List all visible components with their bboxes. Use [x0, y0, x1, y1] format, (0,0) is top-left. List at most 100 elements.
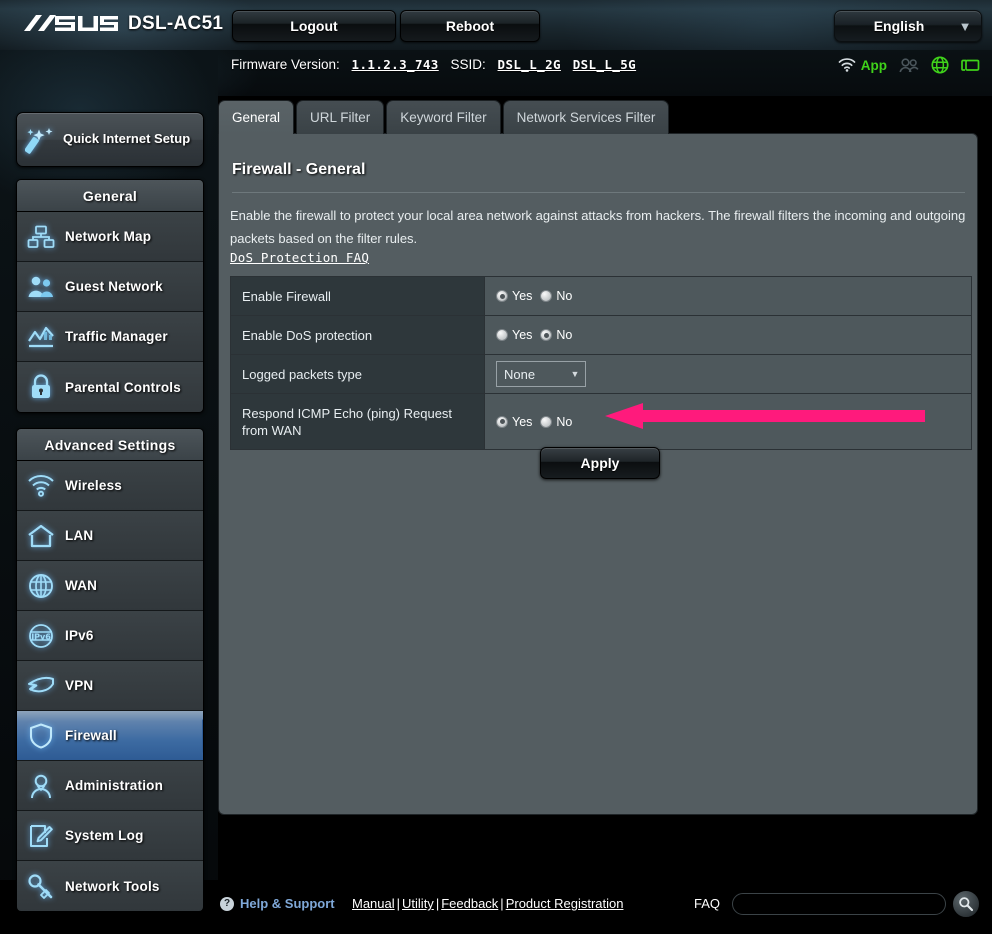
ssid-5g-link[interactable]: DSL_L_5G: [573, 57, 636, 72]
radio-dot-icon[interactable]: [496, 329, 508, 341]
ssid-label: SSID:: [450, 57, 486, 72]
sidebar-item-administration[interactable]: Administration: [17, 761, 203, 811]
sidebar-item-label: Traffic Manager: [65, 329, 168, 344]
radio-dot-icon[interactable]: [540, 290, 553, 302]
sidebar-item-label: Parental Controls: [65, 379, 181, 395]
sidebar-item-system-log[interactable]: System Log: [17, 811, 203, 861]
row-label: Enable Firewall: [231, 277, 485, 315]
sidebar-item-label: Network Tools: [65, 878, 160, 894]
quick-internet-setup-label: Quick Internet Setup: [63, 131, 191, 147]
top-banner: DSL-AC51 Logout Reboot English ▼: [0, 0, 992, 50]
dos-protection-radio-group: Yes No: [496, 328, 572, 342]
guest-network-icon: [17, 275, 65, 299]
sidebar-item-wan[interactable]: WAN: [17, 561, 203, 611]
network-tools-icon: [17, 873, 65, 899]
sidebar-item-label: Administration: [65, 778, 164, 793]
product-registration-link[interactable]: Product Registration: [506, 896, 624, 911]
faq-search-input[interactable]: [732, 893, 946, 915]
respond-icmp-yes[interactable]: Yes: [496, 415, 532, 429]
sidebar-item-network-map[interactable]: Network Map: [17, 212, 203, 262]
row-label: Enable DoS protection: [231, 316, 485, 354]
sidebar-item-guest-network[interactable]: Guest Network: [17, 262, 203, 312]
sidebar-item-vpn[interactable]: VPN: [17, 661, 203, 711]
respond-icmp-radio-group: Yes No: [496, 415, 572, 429]
logout-button[interactable]: Logout: [232, 10, 396, 42]
sidebar-item-network-tools[interactable]: Network Tools: [17, 861, 203, 911]
language-selector[interactable]: English ▼: [834, 10, 982, 42]
faq-search-button[interactable]: [952, 890, 980, 918]
dos-protection-no[interactable]: No: [540, 328, 572, 342]
logged-packets-type-select[interactable]: None ▼: [496, 361, 586, 387]
radio-dot-icon[interactable]: [496, 415, 508, 428]
sidebar-item-firewall[interactable]: Firewall: [17, 711, 203, 761]
respond-icmp-no[interactable]: No: [540, 415, 572, 429]
tab-network-services-filter[interactable]: Network Services Filter: [502, 100, 670, 134]
link-separator: |: [396, 896, 401, 911]
link-separator: |: [500, 896, 504, 911]
ipv6-icon: IPv6: [17, 623, 65, 649]
wifi-icon: [838, 58, 856, 72]
reboot-button[interactable]: Reboot: [400, 10, 540, 42]
quick-internet-setup-button[interactable]: Quick Internet Setup: [16, 112, 204, 167]
help-and-support-link[interactable]: ? Help & Support: [220, 896, 335, 911]
title-divider: [232, 192, 965, 193]
firewall-settings-table: Enable Firewall Yes No Enable DoS protec…: [230, 276, 972, 450]
apply-button[interactable]: Apply: [540, 447, 660, 479]
feedback-link[interactable]: Feedback: [441, 896, 498, 911]
tab-bar: General URL Filter Keyword Filter Networ…: [218, 98, 671, 134]
sidebar-item-label: IPv6: [65, 628, 94, 643]
question-mark-icon: ?: [220, 896, 234, 911]
vpn-icon: [17, 674, 65, 698]
guests-button[interactable]: [899, 57, 919, 73]
panel-description: Enable the firewall to protect your loca…: [230, 208, 966, 246]
globe-icon: [931, 56, 949, 74]
ssid-2g-link[interactable]: DSL_L_2G: [498, 57, 561, 72]
sidebar-item-lan[interactable]: LAN: [17, 511, 203, 561]
tab-general[interactable]: General: [218, 100, 295, 134]
router-model: DSL-AC51: [128, 13, 224, 34]
svg-text:IPv6: IPv6: [31, 632, 51, 641]
sidebar: Quick Internet Setup General Network Map: [0, 50, 218, 934]
enable-firewall-yes[interactable]: Yes: [496, 289, 532, 303]
chevron-down-icon: ▼: [958, 18, 972, 34]
tab-keyword-filter[interactable]: Keyword Filter: [386, 100, 501, 134]
firewall-general-panel: Firewall - General Enable the firewall t…: [218, 133, 978, 815]
client-list-button[interactable]: [961, 57, 980, 74]
firmware-version[interactable]: 1.1.2.3_743: [352, 57, 439, 72]
row-enable-dos-protection: Enable DoS protection Yes No: [231, 316, 971, 355]
row-value: Yes No: [485, 277, 971, 315]
sidebar-item-ipv6[interactable]: IPv6 IPv6: [17, 611, 203, 661]
sidebar-item-label: Wireless: [65, 478, 123, 493]
sidebar-item-label: System Log: [65, 828, 144, 843]
radio-dot-icon[interactable]: [540, 329, 553, 341]
row-value: Yes No: [485, 316, 971, 354]
sidebar-item-wireless[interactable]: Wireless: [17, 461, 203, 511]
sidebar-item-parental-controls[interactable]: Parental Controls: [17, 362, 203, 412]
administration-icon: [17, 773, 65, 799]
sidebar-item-traffic-manager[interactable]: Traffic Manager: [17, 312, 203, 362]
dos-protection-faq-link[interactable]: DoS Protection FAQ: [230, 250, 369, 265]
firmware-info: Firmware Version: 1.1.2.3_743 SSID: DSL_…: [231, 57, 636, 72]
radio-dot-icon[interactable]: [496, 290, 508, 302]
manual-link[interactable]: Manual: [352, 896, 395, 911]
row-value: None ▼: [485, 355, 971, 393]
firmware-label: Firmware Version:: [231, 57, 340, 72]
guests-icon: [899, 57, 919, 72]
page-title: Firewall - General: [232, 161, 366, 178]
tab-url-filter[interactable]: URL Filter: [296, 100, 385, 134]
row-respond-icmp-echo: Respond ICMP Echo (ping) Request from WA…: [231, 394, 971, 449]
select-value: None: [504, 366, 536, 382]
row-enable-firewall: Enable Firewall Yes No: [231, 277, 971, 316]
sidebar-item-label: LAN: [65, 528, 94, 543]
enable-firewall-no[interactable]: No: [540, 289, 572, 303]
utility-link[interactable]: Utility: [402, 896, 434, 911]
internet-status-button[interactable]: [931, 56, 949, 74]
traffic-manager-icon: [17, 325, 65, 349]
sidebar-group-advanced-title: Advanced Settings: [17, 429, 203, 461]
radio-dot-icon[interactable]: [540, 415, 553, 428]
app-shortcut[interactable]: App: [838, 58, 887, 73]
monitor-icon: [961, 59, 980, 71]
asus-logo: [24, 15, 118, 31]
dos-protection-yes[interactable]: Yes: [496, 328, 532, 342]
row-logged-packets-type: Logged packets type None ▼: [231, 355, 971, 394]
